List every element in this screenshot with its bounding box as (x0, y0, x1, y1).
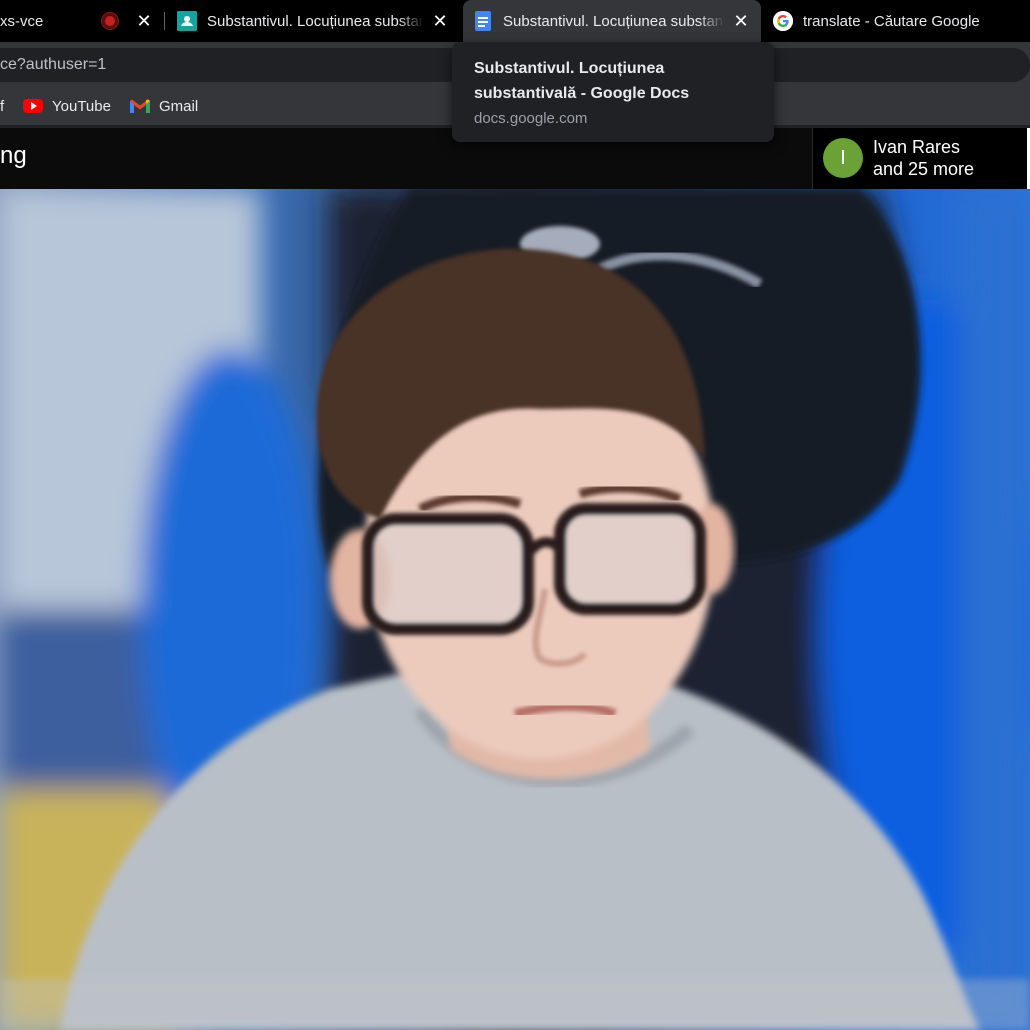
recording-icon (102, 13, 118, 29)
tab-title: xs-vce (0, 12, 44, 30)
participants-chip[interactable]: I Ivan Rares and 25 more (812, 128, 1030, 189)
tab-google-search[interactable]: translate - Căutare Google (763, 0, 1030, 42)
bookmark-youtube[interactable]: YouTube (23, 86, 111, 126)
gmail-icon (130, 99, 150, 113)
address-url: ce?authuser=1 (0, 56, 107, 73)
bookmark-label: YouTube (52, 97, 111, 115)
bookmark-gmail[interactable]: Gmail (130, 86, 198, 126)
participant-name: Ivan Rares (873, 137, 961, 157)
tab-strip: xs-vce ✕ Substantivul. Locuțiunea substa… (0, 0, 1030, 42)
close-icon[interactable]: ✕ (430, 11, 450, 31)
webcam-frame (0, 189, 1030, 1030)
participant-count: and 25 more (873, 159, 975, 179)
close-icon[interactable]: ✕ (134, 11, 154, 31)
tab-separator (164, 12, 165, 30)
tab-title: Substantivul. Locuțiunea substantivală (503, 12, 725, 30)
tab-title: translate - Căutare Google (803, 12, 980, 30)
close-icon[interactable]: ✕ (731, 11, 751, 31)
avatar: I (823, 138, 863, 178)
meeting-title: ng (0, 142, 27, 169)
youtube-icon (23, 99, 43, 113)
tab-recording[interactable]: xs-vce ✕ (0, 0, 164, 42)
google-docs-icon (473, 11, 493, 31)
google-icon (773, 11, 793, 31)
tab-classroom[interactable]: Substantivul. Locuțiunea substantivală ✕ (167, 0, 460, 42)
tooltip-title: Substantivul. Locuțiunea substantivală -… (474, 60, 690, 102)
tab-title: Substantivul. Locuțiunea substantivală (207, 12, 424, 30)
bookmark-fragment[interactable]: f (0, 86, 4, 126)
tooltip-url: docs.google.com (474, 110, 588, 127)
tab-hover-tooltip: Substantivul. Locuțiunea substantivală -… (452, 42, 774, 142)
video-feed (0, 189, 1030, 1030)
bookmark-label: Gmail (159, 97, 199, 115)
classroom-icon (177, 11, 197, 31)
tab-docs[interactable]: Substantivul. Locuțiunea substantivală ✕ (463, 0, 761, 42)
